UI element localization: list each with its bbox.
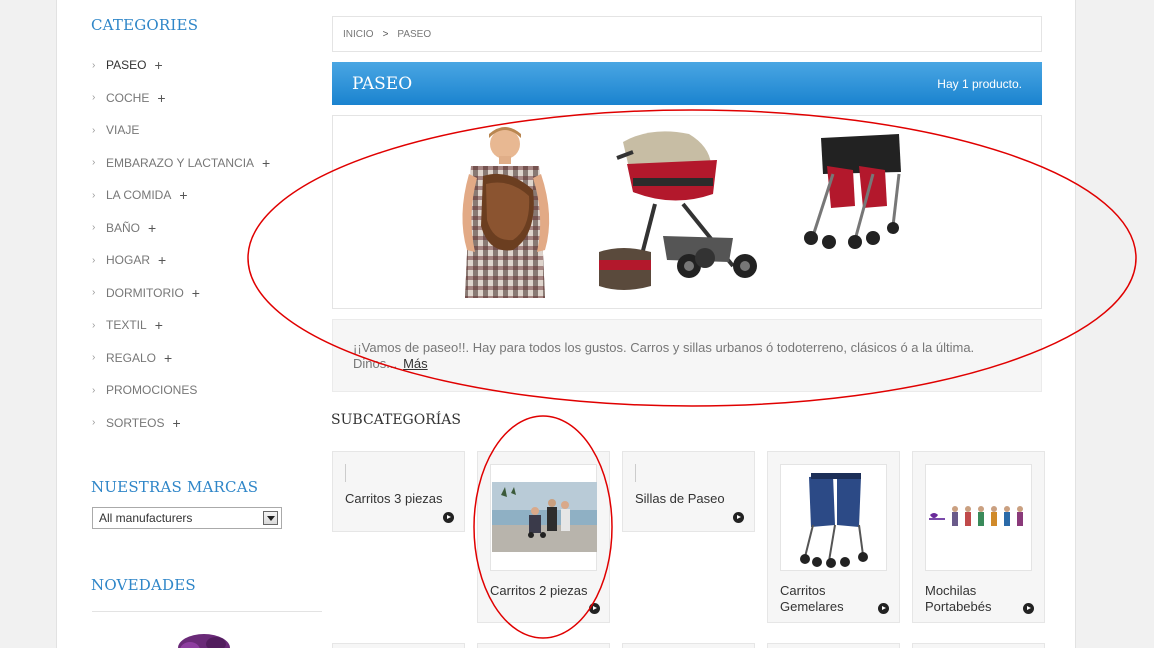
expand-plus-icon[interactable]: +: [158, 253, 166, 267]
image-placeholder: [345, 464, 346, 482]
expand-plus-icon[interactable]: +: [179, 188, 187, 202]
category-label: BAÑO: [106, 220, 141, 235]
breadcrumb-home-link[interactable]: INICIO: [343, 29, 374, 40]
image-placeholder: [635, 464, 636, 482]
baby-carriers-photo: [929, 506, 1023, 526]
category-label: COCHE: [106, 90, 150, 105]
twin-stroller-photo: [800, 473, 868, 568]
category-label: VIAJE: [106, 123, 140, 138]
subcategories-title: SUBCATEGORÍAS: [331, 412, 461, 428]
subcategory-card-partial[interactable]: [767, 643, 900, 648]
chevron-right-icon: ›: [92, 92, 96, 104]
expand-plus-icon[interactable]: +: [154, 58, 162, 72]
expand-plus-icon[interactable]: +: [157, 91, 165, 105]
chevron-right-icon: ›: [92, 352, 96, 364]
subcategory-name[interactable]: Carritos Gemelares: [780, 583, 870, 615]
category-label: TEXTIL: [106, 318, 147, 333]
expand-plus-icon[interactable]: +: [155, 318, 163, 332]
new-products-title: NOVEDADES: [91, 576, 196, 594]
chevron-right-icon: ›: [92, 157, 96, 169]
category-label: DORMITORIO: [106, 285, 184, 300]
category-label: HOGAR: [106, 253, 151, 268]
sidebar-item-hogar[interactable]: › HOGAR +: [91, 244, 321, 277]
subcategory-card-carritos-2-piezas[interactable]: Carritos 2 piezas: [477, 451, 610, 623]
chevron-right-icon: ›: [92, 384, 96, 396]
red-pram-image: [599, 131, 757, 290]
manufacturer-select[interactable]: All manufacturers: [92, 507, 282, 529]
chevron-right-icon: ›: [92, 124, 96, 136]
arrow-right-circle-icon[interactable]: [878, 603, 889, 614]
sidebar-item-regalo[interactable]: › REGALO +: [91, 342, 321, 375]
product-count: Hay 1 producto.: [937, 76, 1022, 91]
subcategory-name[interactable]: Sillas de Paseo: [635, 491, 725, 507]
sidebar-item-embarazo-y-lactancia[interactable]: › EMBARAZO Y LACTANCIA +: [91, 147, 321, 180]
sidebar-item-viaje[interactable]: › VIAJE: [91, 114, 321, 147]
arrow-right-circle-icon[interactable]: [589, 603, 600, 614]
subcategory-name[interactable]: Carritos 3 piezas: [345, 491, 443, 507]
arrow-right-circle-icon[interactable]: [1023, 603, 1034, 614]
read-more-link[interactable]: Más: [403, 356, 428, 371]
category-label: REGALO: [106, 350, 157, 365]
chevron-right-icon: ›: [92, 417, 96, 429]
category-header: PASEO Hay 1 producto.: [332, 62, 1042, 105]
breadcrumb-separator: >: [382, 28, 389, 40]
category-description-text: ¡¡Vamos de paseo!!. Hay para todos los g…: [353, 340, 975, 371]
expand-plus-icon[interactable]: +: [172, 416, 180, 430]
category-label: SORTEOS: [106, 415, 165, 430]
subcategory-card-partial[interactable]: [332, 643, 465, 648]
expand-plus-icon[interactable]: +: [148, 221, 156, 235]
category-label: LA COMIDA: [106, 188, 172, 203]
sidebar-item-sorteos[interactable]: › SORTEOS +: [91, 407, 321, 440]
manufacturer-select-value: All manufacturers: [99, 511, 193, 525]
subcategory-name[interactable]: Mochilas Portabebés: [925, 583, 1015, 615]
sidebar-item-coche[interactable]: › COCHE +: [91, 82, 321, 115]
category-description: ¡¡Vamos de paseo!!. Hay para todos los g…: [332, 319, 1042, 392]
sidebar-item-dormitorio[interactable]: › DORMITORIO +: [91, 277, 321, 310]
subcategory-image[interactable]: [490, 464, 597, 571]
dropdown-arrow-icon[interactable]: [263, 511, 278, 525]
divider: [92, 611, 322, 612]
subcategory-name[interactable]: Carritos 2 piezas: [490, 583, 588, 599]
arrow-right-circle-icon[interactable]: [733, 512, 744, 523]
sidebar-item-bano[interactable]: › BAÑO +: [91, 212, 321, 245]
beach-stroller-photo: [492, 482, 597, 552]
double-stroller-image: [804, 134, 901, 249]
chevron-right-icon: ›: [92, 319, 96, 331]
expand-plus-icon[interactable]: +: [262, 156, 270, 170]
category-banner: [332, 115, 1042, 309]
new-product-thumbnail[interactable]: [170, 630, 236, 648]
chevron-right-icon: ›: [92, 222, 96, 234]
subcategory-card-carritos-3-piezas[interactable]: Carritos 3 piezas: [332, 451, 465, 532]
subcategory-image[interactable]: [925, 464, 1032, 571]
expand-plus-icon[interactable]: +: [164, 351, 172, 365]
sidebar-item-textil[interactable]: › TEXTIL +: [91, 309, 321, 342]
breadcrumb: INICIO > PASEO: [332, 16, 1042, 52]
subcategory-card-sillas-de-paseo[interactable]: Sillas de Paseo: [622, 451, 755, 532]
sidebar-item-la-comida[interactable]: › LA COMIDA +: [91, 179, 321, 212]
sidebar-item-promociones[interactable]: › PROMOCIONES: [91, 374, 321, 407]
category-banner-image: [462, 127, 901, 298]
category-label: EMBARAZO Y LACTANCIA: [106, 155, 255, 170]
categories-title: CATEGORIES: [91, 16, 199, 34]
category-label: PASEO: [106, 58, 147, 73]
category-label: PROMOCIONES: [106, 383, 198, 398]
subcategory-card-mochilas-portabebes[interactable]: Mochilas Portabebés: [912, 451, 1045, 623]
chevron-right-icon: ›: [92, 254, 96, 266]
subcategory-card-carritos-gemelares[interactable]: Carritos Gemelares: [767, 451, 900, 623]
category-name: PASEO: [352, 73, 413, 94]
chevron-right-icon: ›: [92, 287, 96, 299]
expand-plus-icon[interactable]: +: [192, 286, 200, 300]
man-with-carrier-image: [462, 127, 550, 298]
category-list: › PASEO + › COCHE + › VIAJE › EMBARAZO Y LACTA…: [91, 49, 321, 439]
subcategory-card-partial[interactable]: [622, 643, 755, 648]
arrow-right-circle-icon[interactable]: [443, 512, 454, 523]
breadcrumb-current: PASEO: [397, 28, 432, 40]
brands-title: NUESTRAS MARCAS: [91, 478, 259, 496]
subcategory-image[interactable]: [780, 464, 887, 571]
subcategory-card-partial[interactable]: [477, 643, 610, 648]
chevron-right-icon: ›: [92, 59, 96, 71]
subcategory-card-partial[interactable]: [912, 643, 1045, 648]
chevron-right-icon: ›: [92, 189, 96, 201]
sidebar-item-paseo[interactable]: › PASEO +: [91, 49, 321, 82]
